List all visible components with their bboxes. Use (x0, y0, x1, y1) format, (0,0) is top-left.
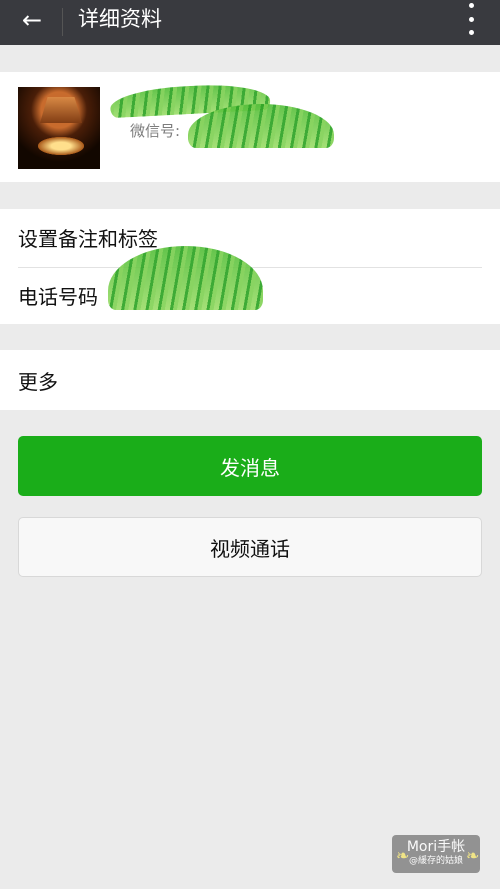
profile-avatar[interactable] (18, 87, 100, 169)
watermark-badge: ❧ Mori手帐 @緩存的姑娘 ❧ (392, 835, 480, 873)
menu-dot (468, 3, 474, 8)
more-vertical-icon[interactable] (466, 3, 476, 35)
phone-number-label: 电话号码 (18, 284, 98, 309)
menu-dot (468, 30, 474, 35)
wechat-id-label: 微信号: (130, 122, 181, 140)
back-arrow-icon[interactable]: ← (18, 6, 46, 34)
more-card: 更多 (0, 350, 500, 410)
page-title: 详细资料 (78, 7, 162, 31)
menu-dot (468, 16, 474, 22)
watermark-subtitle: @緩存的姑娘 (408, 856, 463, 866)
video-call-button[interactable]: 视频通话 (18, 517, 482, 577)
header-divider (62, 8, 63, 36)
more-row[interactable]: 更多 (18, 350, 482, 410)
leaf-icon: ❧ (466, 846, 480, 865)
top-navigation-bar: ← 详细资料 (0, 0, 500, 45)
remark-tags-row[interactable]: 设置备注和标签 (18, 209, 482, 265)
remark-tags-label: 设置备注和标签 (18, 226, 158, 251)
watermark-title: Mori手帐 (406, 839, 466, 855)
more-label: 更多 (18, 369, 58, 394)
send-message-button[interactable]: 发消息 (18, 436, 482, 496)
